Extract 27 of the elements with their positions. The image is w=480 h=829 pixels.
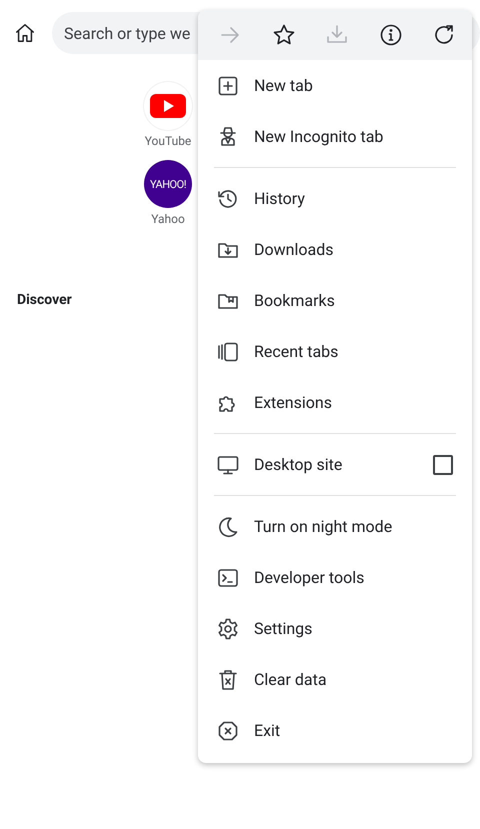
close-icon <box>216 718 240 742</box>
menu-item[interactable]: History <box>198 173 472 224</box>
gear-icon <box>216 616 240 640</box>
menu-item[interactable]: Downloads <box>198 224 472 275</box>
menu-item[interactable]: Recent tabs <box>198 326 472 377</box>
menu-item[interactable]: Desktop site <box>198 439 472 490</box>
shortcut-label[interactable]: Yahoo <box>151 212 185 226</box>
menu-item[interactable]: Clear data <box>198 654 472 705</box>
shortcut-label[interactable]: YouTube <box>144 134 192 148</box>
tabs-icon <box>216 340 240 364</box>
menu-item[interactable]: Settings <box>198 603 472 654</box>
home-icon <box>14 22 36 44</box>
menu-item[interactable]: Bookmarks <box>198 275 472 326</box>
section-title: Discover <box>17 292 72 308</box>
menu-item[interactable]: Exit <box>198 705 472 756</box>
star-icon <box>272 23 296 47</box>
menu-item[interactable]: Developer tools <box>198 552 472 603</box>
yahoo-logo[interactable]: YAHOO! <box>144 160 192 208</box>
menu-item[interactable]: New tab <box>198 60 472 111</box>
menu-item[interactable]: New Incognito tab <box>198 111 472 162</box>
moon-icon <box>216 514 240 538</box>
youtube-logo[interactable] <box>144 82 192 130</box>
menu-item[interactable]: Turn on night mode <box>198 501 472 552</box>
menu-item[interactable]: Extensions <box>198 377 472 428</box>
checkbox[interactable] <box>433 454 453 474</box>
plus-icon <box>216 74 240 98</box>
info-icon <box>378 23 402 47</box>
